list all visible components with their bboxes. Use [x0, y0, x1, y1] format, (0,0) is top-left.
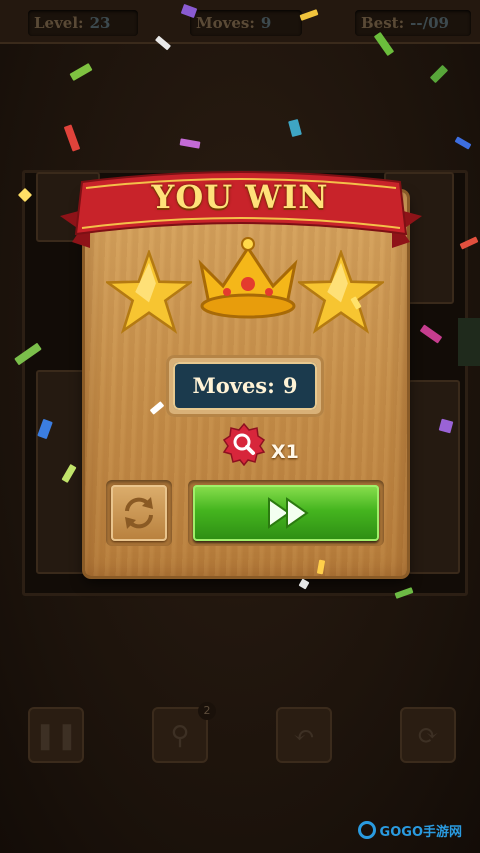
- undo-icon: ↶: [293, 721, 315, 751]
- restart-icon: [125, 497, 153, 529]
- board-block: [408, 380, 460, 574]
- hint-count-badge: 2: [198, 702, 216, 720]
- star-icon: [106, 250, 192, 334]
- moves-result: Moves: 9: [173, 362, 317, 410]
- hint-reward-count: X1: [271, 441, 299, 463]
- moves-value: 9: [260, 14, 272, 32]
- moves-result-value: 9: [282, 373, 298, 398]
- level-label: Level:: [34, 14, 84, 32]
- moves-display: Moves: 9: [190, 10, 302, 36]
- restart-icon: ⟳: [417, 721, 439, 751]
- confetti-piece: [288, 118, 302, 138]
- board-block: [36, 370, 92, 574]
- fast-forward-icon: [268, 497, 309, 529]
- dialog-title: YOU WIN: [151, 178, 329, 216]
- level-value: 23: [89, 14, 111, 32]
- watermark-logo-icon: [357, 821, 376, 839]
- confetti-piece: [63, 124, 81, 152]
- top-hud: Level: 23 Moves: 9 Best: --/09: [0, 0, 480, 44]
- moves-label: Moves:: [196, 14, 255, 32]
- moves-result-label: Moves:: [192, 373, 275, 398]
- confetti-piece: [69, 63, 93, 81]
- exit-marker: [458, 318, 480, 366]
- watermark: GOGO手游网: [357, 819, 462, 841]
- star-icon: [298, 250, 384, 334]
- next-level-button[interactable]: [193, 485, 379, 541]
- watermark-text: GOGO手游网: [379, 824, 462, 840]
- best-display: Best: --/09: [355, 10, 471, 36]
- confetti-piece: [179, 138, 201, 149]
- crown-icon: [198, 237, 298, 319]
- hint-reward-icon: [222, 422, 266, 466]
- retry-button[interactable]: [111, 485, 167, 541]
- undo-button[interactable]: ↶: [276, 707, 332, 763]
- magnifier-icon: ⚲: [170, 721, 190, 751]
- confetti-piece: [454, 136, 472, 150]
- pause-icon: ❚❚: [34, 721, 78, 751]
- level-display: Level: 23: [28, 10, 138, 36]
- pause-button[interactable]: ❚❚: [28, 707, 84, 763]
- restart-button[interactable]: ⟳: [400, 707, 456, 763]
- best-label: Best:: [361, 14, 405, 32]
- best-value: --/09: [410, 14, 449, 32]
- confetti-piece: [429, 64, 449, 84]
- game-screen: Level: 23 Moves: 9 Best: --/09 ❚❚ ⚲ 2 ↶ ⟳ G…: [0, 0, 480, 853]
